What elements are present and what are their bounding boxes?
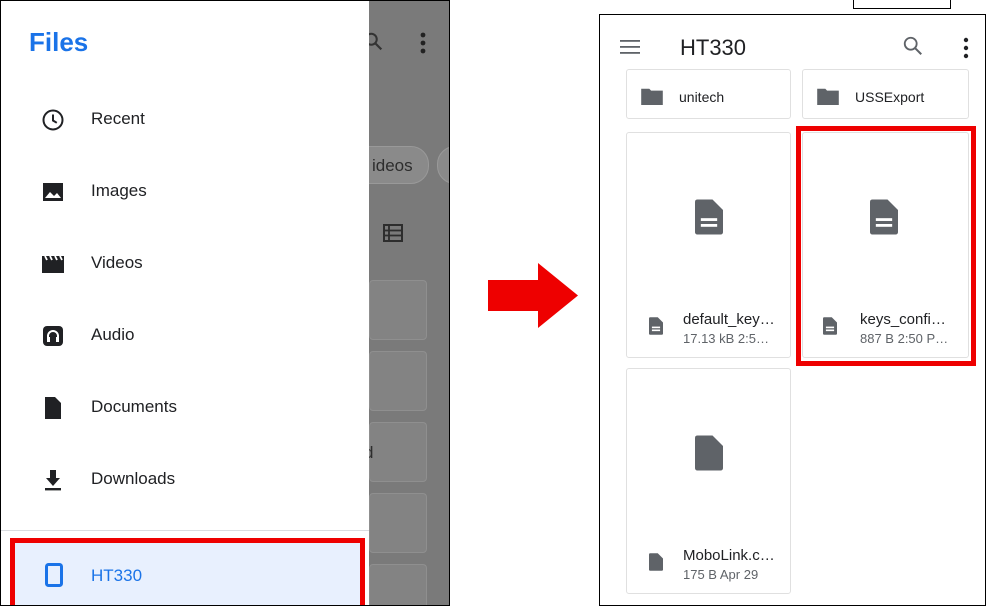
list-item[interactable]: [369, 493, 427, 553]
folder-icon: [817, 88, 839, 105]
more-vert-icon[interactable]: [960, 35, 972, 61]
list-item[interactable]: d: [364, 422, 427, 482]
folder-name: USSExport: [855, 89, 925, 105]
corner-frame: [853, 0, 951, 9]
list-item[interactable]: [369, 351, 427, 411]
menu-icon[interactable]: [620, 39, 640, 55]
text-document-icon: [649, 317, 663, 335]
nav-item-label: Downloads: [91, 469, 176, 488]
nav-item-images[interactable]: Images: [1, 163, 369, 221]
nav-item-recent[interactable]: Recent: [1, 91, 369, 149]
page-title: HT330: [680, 35, 747, 60]
search-icon[interactable]: [902, 35, 924, 57]
list-item[interactable]: [369, 564, 427, 605]
list-item[interactable]: [369, 280, 427, 340]
text-document-icon: [695, 199, 723, 235]
document-icon: [45, 397, 61, 419]
nav-item-documents[interactable]: Documents: [1, 379, 369, 437]
nav-item-label: Videos: [91, 253, 143, 272]
highlight-box: [10, 538, 365, 605]
nav-item-label: Audio: [91, 325, 135, 344]
nav-item-label: Documents: [91, 397, 177, 416]
image-icon: [43, 183, 63, 201]
highlight-box: [796, 126, 976, 366]
chip-label: ideos: [372, 156, 413, 175]
more-vert-icon[interactable]: [417, 31, 429, 55]
folder-icon: [641, 88, 663, 105]
clock-icon: [42, 109, 64, 131]
nav-item-label: Images: [91, 181, 147, 200]
folder-tile-unitech[interactable]: unitech: [626, 69, 791, 119]
arrow-right-icon: [488, 263, 578, 328]
nav-item-label: Recent: [91, 109, 145, 128]
file-tile-default-key[interactable]: default_key… 17.13 kB 2:5…: [626, 132, 791, 358]
left-screenshot-panel: ideos d Files Recent: [0, 0, 450, 606]
nav-item-audio[interactable]: Audio: [1, 307, 369, 365]
drawer-scrim[interactable]: ideos d: [349, 1, 449, 605]
file-name: default_key…: [683, 311, 775, 328]
list-view-icon[interactable]: [383, 223, 403, 243]
folder-name: unitech: [679, 89, 725, 105]
file-name: MoboLink.c…: [683, 547, 775, 564]
file-icon: [649, 553, 663, 571]
video-icon: [42, 255, 64, 273]
file-meta: 17.13 kB 2:5…: [683, 331, 769, 346]
headphones-icon: [43, 326, 63, 346]
drawer-title: Files: [29, 27, 89, 57]
right-screenshot-panel: HT330 unitech USSExport default_key… 17.…: [599, 14, 986, 606]
filter-chip[interactable]: [437, 146, 449, 184]
navigation-drawer: Files Recent Images Videos Audio Documen…: [1, 1, 369, 605]
nav-item-videos[interactable]: Videos: [1, 235, 369, 293]
file-meta: 175 B Apr 29: [683, 567, 759, 582]
download-icon: [45, 470, 61, 491]
nav-item-downloads[interactable]: Downloads: [1, 451, 369, 509]
file-tile-mobolink[interactable]: MoboLink.c… 175 B Apr 29: [626, 368, 791, 594]
folder-tile-ussexport[interactable]: USSExport: [802, 69, 969, 119]
file-icon: [695, 435, 723, 471]
drawer-divider: [1, 530, 369, 531]
